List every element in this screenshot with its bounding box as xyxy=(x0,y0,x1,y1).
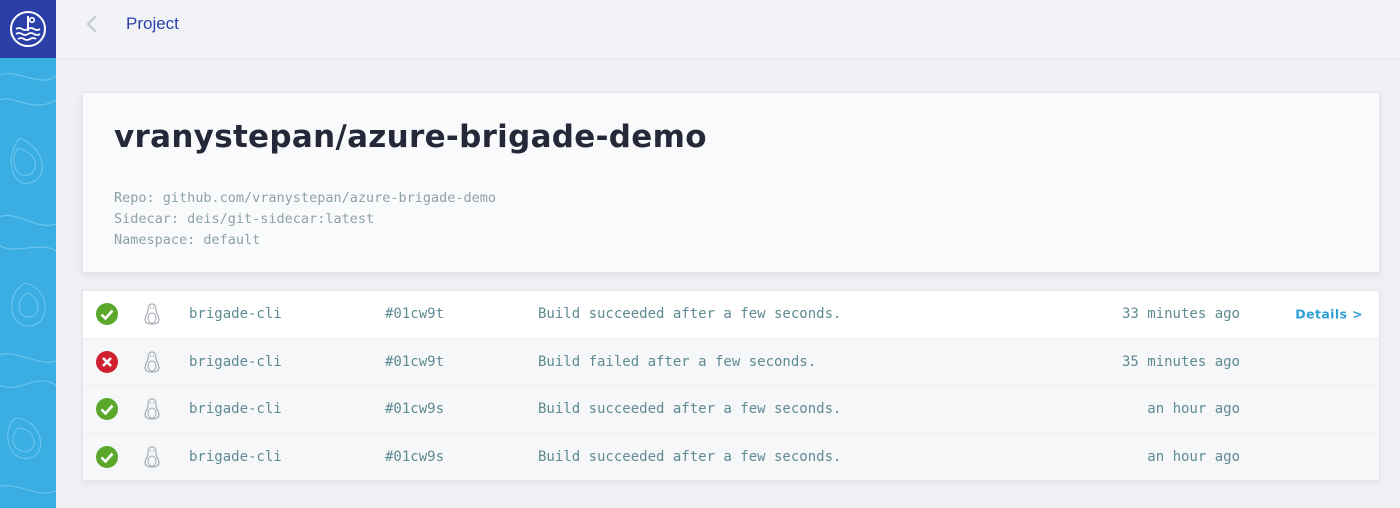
build-row[interactable]: brigade-cli #01cw9s Build succeeded afte… xyxy=(83,385,1379,433)
build-worker: brigade-cli xyxy=(189,306,282,323)
linux-tux-icon xyxy=(143,303,161,325)
build-row[interactable]: brigade-cli #01cw9t Build succeeded afte… xyxy=(83,291,1379,338)
build-commit: #01cw9t xyxy=(385,306,445,323)
build-worker: brigade-cli xyxy=(189,401,282,418)
project-namespace: Namespace: default xyxy=(114,232,261,248)
build-row[interactable]: brigade-cli #01cw9t Build failed after a… xyxy=(83,337,1379,385)
check-circle-icon xyxy=(95,445,119,469)
linux-tux-icon xyxy=(143,446,161,468)
build-commit: #01cw9t xyxy=(385,353,445,370)
build-time: 33 minutes ago xyxy=(1121,306,1240,323)
linux-tux-icon xyxy=(143,398,161,420)
build-message: Build failed after a few seconds. xyxy=(538,353,817,370)
linux-tux-icon xyxy=(143,351,161,373)
project-meta: Repo: github.com/vranystepan/azure-briga… xyxy=(114,188,496,251)
brigade-logo[interactable] xyxy=(0,0,56,58)
project-name: vranystepan/azure-brigade-demo xyxy=(114,119,707,155)
build-time: an hour ago xyxy=(1147,448,1240,465)
check-circle-icon xyxy=(95,397,119,421)
build-worker: brigade-cli xyxy=(189,448,282,465)
brigade-logo-icon xyxy=(10,11,46,47)
check-circle-icon xyxy=(95,302,119,326)
side-rail xyxy=(0,0,56,508)
project-sidecar: Sidecar: deis/git-sidecar:latest xyxy=(114,211,375,227)
chevron-left-icon xyxy=(86,15,97,33)
build-worker: brigade-cli xyxy=(189,353,282,370)
build-commit: #01cw9s xyxy=(385,448,445,465)
build-commit: #01cw9s xyxy=(385,401,445,418)
x-circle-icon xyxy=(95,350,119,374)
top-bar: Project xyxy=(56,0,1400,59)
build-time: 35 minutes ago xyxy=(1121,353,1240,370)
project-repo: Repo: github.com/vranystepan/azure-briga… xyxy=(114,190,497,206)
project-card: vranystepan/azure-brigade-demo Repo: git… xyxy=(82,92,1380,273)
build-message: Build succeeded after a few seconds. xyxy=(538,306,842,323)
page-title: Project xyxy=(126,14,179,33)
build-time: an hour ago xyxy=(1147,401,1240,418)
details-link[interactable]: Details > xyxy=(1295,307,1363,322)
build-message: Build succeeded after a few seconds. xyxy=(538,448,842,465)
back-button[interactable] xyxy=(82,12,102,36)
builds-list: brigade-cli #01cw9t Build succeeded afte… xyxy=(82,290,1380,481)
build-row[interactable]: brigade-cli #01cw9s Build succeeded afte… xyxy=(83,432,1379,480)
topographic-pattern xyxy=(0,73,56,494)
build-message: Build succeeded after a few seconds. xyxy=(538,401,842,418)
